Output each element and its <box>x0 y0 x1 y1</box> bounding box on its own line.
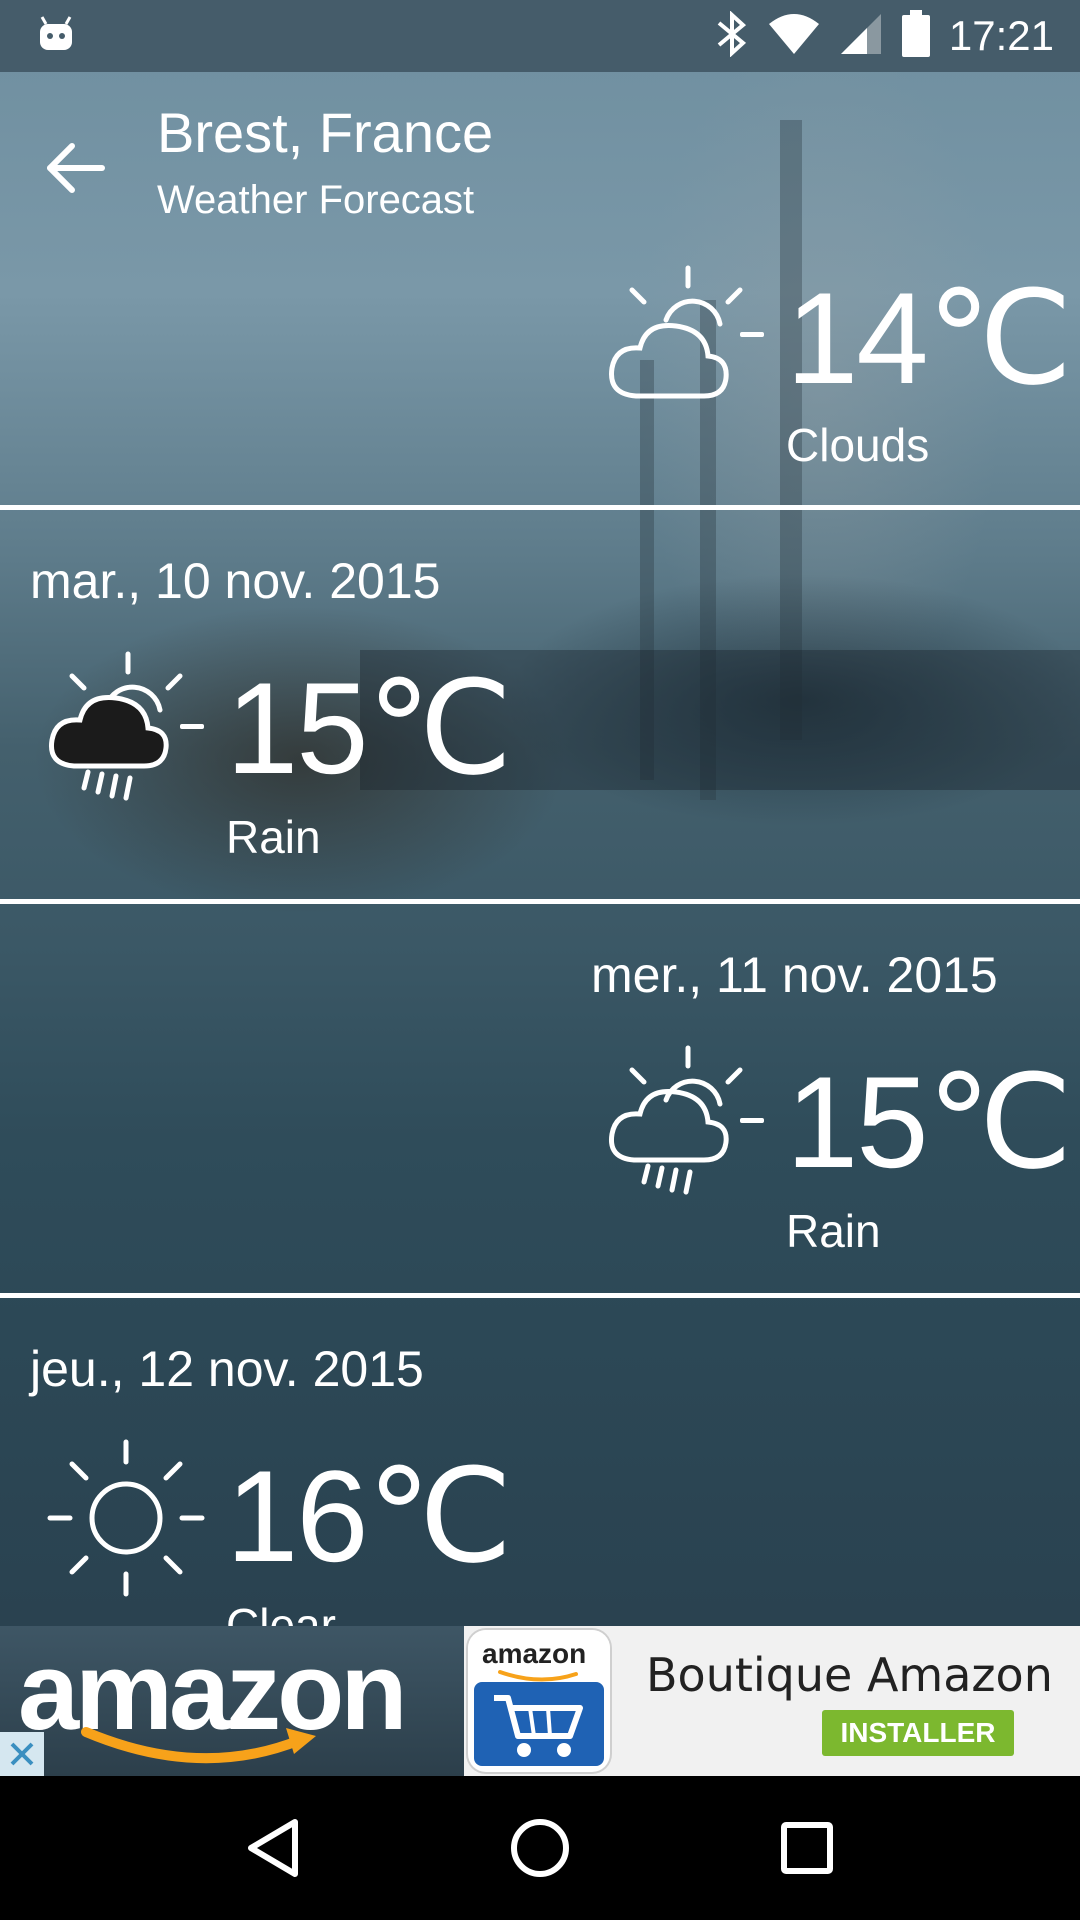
forecast-card: mer., 11 nov. 2015 15℃ Rain <box>0 906 1080 1298</box>
forecast-condition: Clear <box>226 1599 336 1626</box>
install-button[interactable]: INSTALLER <box>822 1710 1014 1756</box>
system-nav-bar <box>0 1776 1080 1920</box>
wifi-icon <box>767 12 821 61</box>
nav-recents-button[interactable] <box>762 1803 852 1893</box>
forecast-temperature: 15℃ <box>786 1049 1073 1195</box>
forecast-condition: Rain <box>786 1205 881 1257</box>
nav-back-button[interactable] <box>228 1803 318 1893</box>
android-icon <box>36 14 76 59</box>
forecast-date: jeu., 12 nov. 2015 <box>30 1341 424 1397</box>
page-subtitle: Weather Forecast <box>157 178 475 222</box>
back-button[interactable] <box>40 132 112 204</box>
forecast-temperature: 16℃ <box>226 1443 513 1589</box>
amazon-logo: amazon <box>0 1626 464 1776</box>
shopping-cart-icon <box>494 1695 583 1757</box>
bluetooth-icon <box>715 9 749 62</box>
forecast-card: jeu., 12 nov. 2015 16℃ Clear <box>0 1300 1080 1626</box>
nav-home-button[interactable] <box>495 1803 585 1893</box>
forecast-temperature: 15℃ <box>226 655 513 801</box>
app-header: Brest, France Weather Forecast <box>0 72 1080 242</box>
amazon-smile-icon <box>81 1727 316 1764</box>
page-title: Brest, France <box>157 101 494 164</box>
forecast-card: mar., 10 nov. 2015 15℃ Rain <box>0 512 1080 904</box>
ad-app-icon[interactable]: amazon <box>468 1630 610 1772</box>
sun-icon <box>47 1439 205 1597</box>
back-triangle-icon <box>248 1819 299 1877</box>
ad-title: Boutique Amazon <box>646 1648 1053 1702</box>
home-circle-icon <box>510 1819 569 1877</box>
forecast-date: mer., 11 nov. 2015 <box>591 947 998 1003</box>
ad-banner[interactable]: amazon amazon Boutique Amazon INSTALLER <box>0 1626 1080 1776</box>
cell-signal-icon <box>839 12 883 61</box>
forecast-date: mar., 10 nov. 2015 <box>30 553 441 609</box>
battery-icon <box>901 9 931 63</box>
status-time: 17:21 <box>948 12 1054 59</box>
arrow-left-icon <box>47 143 105 193</box>
current-weather-card: 14℃ Clouds <box>0 242 1080 510</box>
forecast-condition: Rain <box>226 811 321 863</box>
ad-close-button[interactable] <box>0 1732 44 1776</box>
close-icon <box>10 1742 34 1766</box>
status-bar: 17:21 <box>0 0 1080 72</box>
current-temperature: 14℃ <box>786 265 1073 411</box>
current-condition: Clouds <box>786 419 930 471</box>
partly-cloudy-icon <box>609 265 743 399</box>
recents-square-icon <box>780 1822 833 1874</box>
